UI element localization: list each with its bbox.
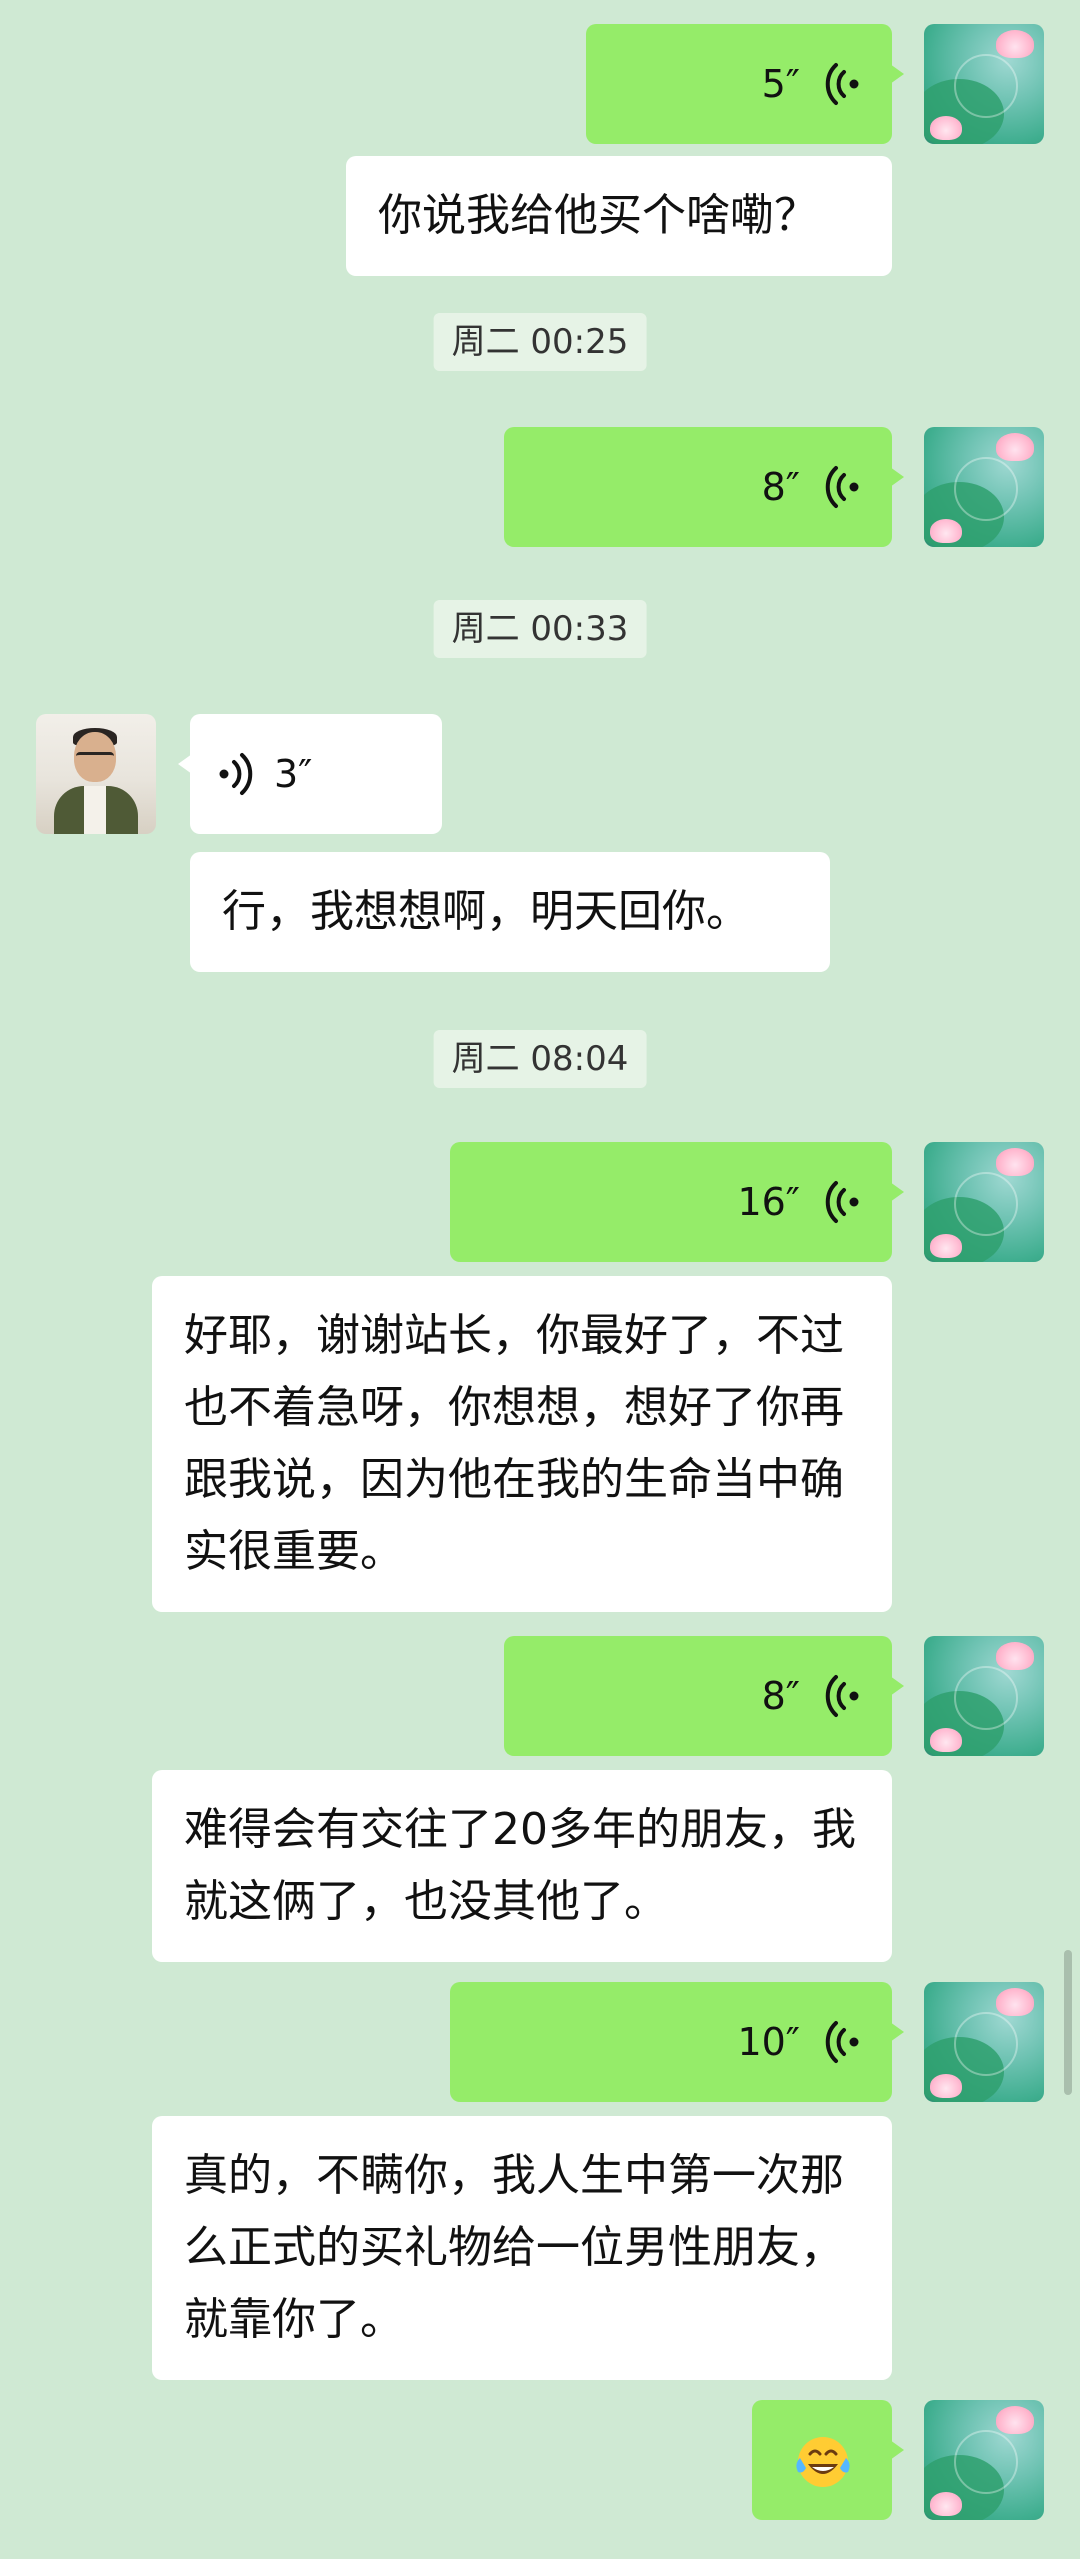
chat-conversation: 5″ 你说我给他买个啥嘞？ 周二 00:25 8″ 周二 00:33 3″ 行，… (0, 0, 1080, 2559)
text-message-bubble[interactable]: 真的，不瞒你，我人生中第一次那么正式的买礼物给一位男性朋友，就靠你了。 (152, 2116, 892, 2380)
voice-message-bubble[interactable]: 8″ (504, 1636, 904, 1756)
emoji-message-bubble[interactable] (752, 2400, 904, 2520)
voice-wave-icon (825, 1181, 859, 1223)
timestamp: 周二 00:33 (433, 600, 647, 658)
voice-duration: 8″ (761, 1674, 800, 1718)
timestamp-label: 周二 00:25 (451, 322, 629, 362)
timestamp-label: 周二 00:33 (451, 609, 629, 649)
voice-duration: 3″ (274, 752, 313, 796)
timestamp-label: 周二 08:04 (451, 1039, 629, 1079)
text-message-bubble[interactable]: 你说我给他买个啥嘞？ (346, 156, 892, 276)
my-avatar[interactable] (924, 1142, 1044, 1262)
voice-wave-icon (825, 1675, 859, 1717)
voice-duration: 10″ (737, 2020, 800, 2064)
voice-message-bubble[interactable]: 5″ (586, 24, 904, 144)
voice-duration: 8″ (761, 465, 800, 509)
voice-wave-icon (825, 466, 859, 508)
voice-wave-icon (825, 2021, 859, 2063)
laughing-with-tears-emoji-icon (796, 2437, 850, 2487)
my-avatar[interactable] (924, 427, 1044, 547)
timestamp: 周二 00:25 (433, 313, 647, 371)
friend-avatar[interactable] (36, 714, 156, 834)
scrollbar[interactable] (1064, 1950, 1072, 2095)
text-message-bubble[interactable]: 难得会有交往了20多年的朋友，我就这俩了，也没其他了。 (152, 1770, 892, 1962)
my-avatar[interactable] (924, 24, 1044, 144)
voice-wave-icon (825, 63, 859, 105)
message-text: 行，我想想啊，明天回你。 (222, 886, 750, 937)
voice-message-bubble[interactable]: 16″ (450, 1142, 904, 1262)
message-text: 你说我给他买个啥嘞？ (378, 190, 818, 241)
voice-duration: 5″ (761, 62, 800, 106)
text-message-bubble[interactable]: 行，我想想啊，明天回你。 (190, 852, 830, 972)
voice-wave-icon (219, 753, 253, 795)
voice-message-bubble[interactable]: 8″ (504, 427, 904, 547)
timestamp: 周二 08:04 (433, 1030, 647, 1088)
message-text: 真的，不瞒你，我人生中第一次那么正式的买礼物给一位男性朋友，就靠你了。 (184, 2150, 844, 2345)
text-message-bubble[interactable]: 好耶，谢谢站长，你最好了，不过也不着急呀，你想想，想好了你再跟我说，因为他在我的… (152, 1276, 892, 1612)
message-text: 难得会有交往了20多年的朋友，我就这俩了，也没其他了。 (184, 1804, 856, 1927)
message-text: 好耶，谢谢站长，你最好了，不过也不着急呀，你想想，想好了你再跟我说，因为他在我的… (184, 1310, 844, 1577)
my-avatar[interactable] (924, 1982, 1044, 2102)
my-avatar[interactable] (924, 2400, 1044, 2520)
voice-message-bubble[interactable]: 10″ (450, 1982, 904, 2102)
my-avatar[interactable] (924, 1636, 1044, 1756)
voice-message-bubble[interactable]: 3″ (178, 714, 442, 834)
voice-duration: 16″ (737, 1180, 800, 1224)
